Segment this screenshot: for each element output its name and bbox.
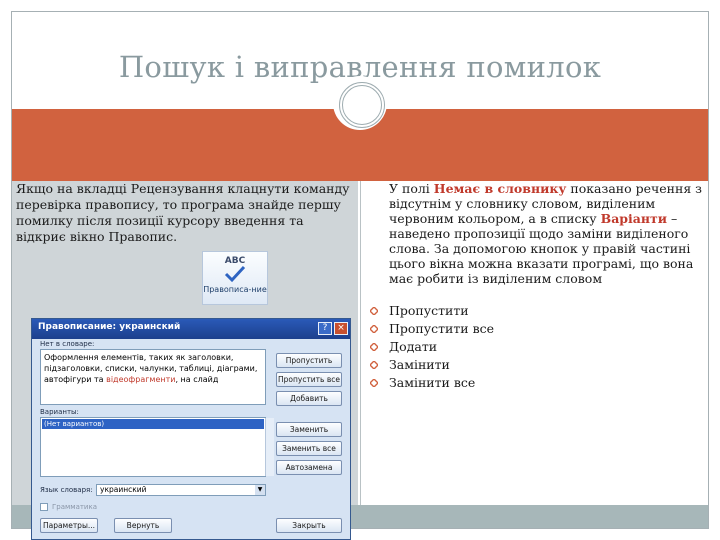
bullet-icon bbox=[370, 361, 378, 369]
cancel-button[interactable]: Закрыть bbox=[276, 518, 342, 533]
suggestions-list[interactable]: (Нет вариантов) bbox=[40, 417, 274, 477]
bullet-icon bbox=[370, 307, 378, 315]
suggestions-scrollbar[interactable] bbox=[265, 418, 274, 476]
dialog-title: Правописание: украинский bbox=[38, 322, 181, 332]
change-all-button[interactable]: Заменить все bbox=[276, 441, 342, 456]
spelling-dialog: Правописание: украинский ? × Нет в слова… bbox=[31, 318, 351, 540]
list-item-label: Замінити bbox=[389, 357, 450, 372]
intro-text-1: У полі bbox=[389, 181, 434, 196]
options-button[interactable]: Параметры... bbox=[40, 518, 98, 533]
error-word: відеофрагменти bbox=[106, 375, 176, 384]
highlight-variants: Варіанти bbox=[600, 211, 668, 226]
skip-button[interactable]: Пропустить bbox=[276, 353, 342, 368]
change-button[interactable]: Заменить bbox=[276, 422, 342, 437]
dictionary-language-label: Язык словаря: bbox=[40, 486, 93, 494]
list-item-label: Замінити все bbox=[389, 375, 476, 390]
list-item-label: Пропустити все bbox=[389, 321, 495, 336]
bullet-icon bbox=[370, 343, 378, 351]
highlight-not-in-dictionary: Немає в словнику bbox=[433, 181, 567, 196]
sentence-field[interactable]: Оформлення елементів, таких як заголовки… bbox=[40, 349, 266, 405]
dictionary-language-value: украинский bbox=[100, 485, 147, 494]
bullet-icon bbox=[370, 379, 378, 387]
chevron-down-icon[interactable]: ▼ bbox=[255, 485, 265, 495]
left-paragraph: Якщо на вкладці Рецензування клацнути ко… bbox=[16, 181, 350, 244]
dictionary-language-select[interactable]: украинский ▼ bbox=[96, 484, 266, 496]
sentence-tail: , на слайд bbox=[175, 375, 219, 384]
list-item: Додати bbox=[370, 338, 494, 356]
spelling-ribbon-button[interactable]: ABC Правописа-ние bbox=[202, 251, 268, 305]
list-item: Замінити все bbox=[370, 374, 494, 392]
help-button[interactable]: ? bbox=[318, 322, 332, 335]
autocorrect-button[interactable]: Автозамена bbox=[276, 460, 342, 475]
grammar-label: Грамматика bbox=[52, 503, 97, 511]
close-button[interactable]: × bbox=[334, 322, 348, 335]
list-item: Замінити bbox=[370, 356, 494, 374]
action-list: Пропустити Пропустити все Додати Замінит… bbox=[370, 302, 494, 392]
add-button[interactable]: Добавить bbox=[276, 391, 342, 406]
skip-all-button[interactable]: Пропустить все bbox=[276, 372, 342, 387]
dialog-titlebar[interactable]: Правописание: украинский ? × bbox=[32, 319, 350, 339]
list-item-label: Додати bbox=[389, 339, 438, 354]
undo-button[interactable]: Вернуть bbox=[114, 518, 172, 533]
not-in-dictionary-label: Нет в словаре: bbox=[40, 340, 95, 348]
list-item-label: Пропустити bbox=[389, 303, 469, 318]
list-item: Пропустити все bbox=[370, 320, 494, 338]
suggestions-label: Варианты: bbox=[40, 408, 79, 416]
bullet-icon bbox=[370, 325, 378, 333]
spelling-check-icon bbox=[224, 265, 246, 283]
right-paragraph: У полі Немає в словнику показано речення… bbox=[389, 181, 709, 286]
sentence-scrollbar[interactable] bbox=[265, 350, 266, 404]
spelling-button-label: Правописа-ние bbox=[203, 285, 267, 294]
suggestion-item[interactable]: (Нет вариантов) bbox=[42, 419, 264, 429]
grammar-checkbox[interactable] bbox=[40, 503, 48, 511]
list-item: Пропустити bbox=[370, 302, 494, 320]
